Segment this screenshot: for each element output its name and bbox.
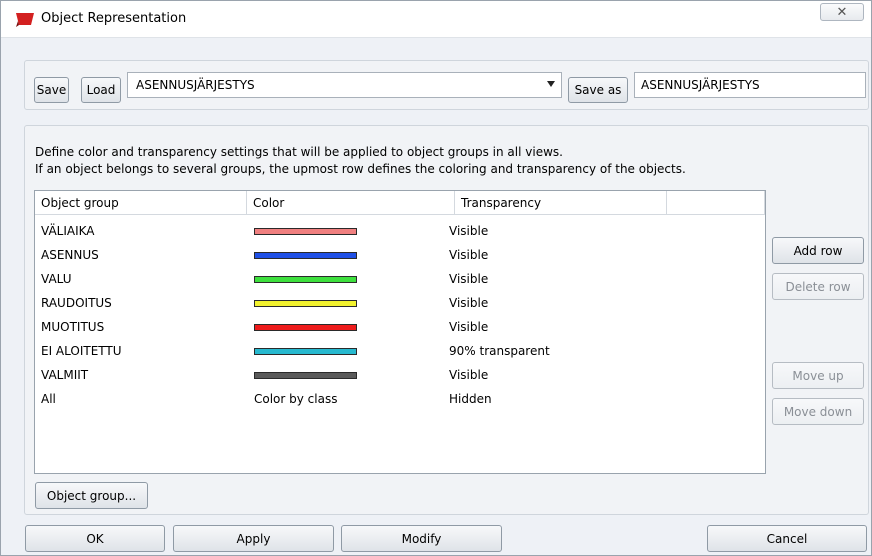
load-button-label: Load [86, 83, 116, 97]
ok-button[interactable]: OK [25, 525, 165, 552]
color-swatch[interactable] [254, 324, 357, 331]
add-row-label: Add row [793, 243, 843, 258]
transparency-value: Visible [449, 224, 489, 238]
table-row[interactable]: All Color by class Hidden [35, 388, 765, 412]
table-row[interactable]: EI ALOITETTU 90% transparent [35, 340, 765, 364]
transparency-value: Visible [449, 368, 489, 382]
group-name: VALU [41, 272, 72, 286]
color-swatch[interactable] [254, 252, 357, 259]
group-name: EI ALOITETTU [41, 344, 122, 358]
modify-button[interactable]: Modify [341, 525, 502, 552]
move-down-label: Move down [783, 404, 853, 419]
group-name: VALMIIT [41, 368, 89, 382]
save-as-button[interactable]: Save as [568, 77, 628, 103]
apply-button[interactable]: Apply [173, 525, 334, 552]
save-as-name-field[interactable]: ASENNUSJÄRJESTYS [634, 72, 866, 98]
cancel-label: Cancel [766, 531, 808, 546]
chevron-down-icon[interactable] [547, 81, 555, 87]
description-line-1: Define color and transparency settings t… [35, 145, 563, 159]
group-name: All [41, 392, 56, 406]
group-name: ASENNUS [41, 248, 99, 262]
save-button[interactable]: Save [34, 77, 69, 103]
delete-row-button[interactable]: Delete row [772, 273, 864, 300]
color-swatch[interactable] [254, 372, 357, 379]
transparency-value: Visible [449, 272, 489, 286]
table-row[interactable]: VALU Visible [35, 268, 765, 292]
object-group-button[interactable]: Object group... [35, 482, 148, 509]
save-as-button-label: Save as [574, 83, 622, 97]
delete-row-label: Delete row [785, 279, 851, 294]
group-name: RAUDOITUS [41, 296, 112, 310]
object-representation-dialog: Object Representation ✕ Save Load ASENNU… [0, 0, 872, 556]
column-header-color[interactable]: Color [247, 191, 455, 215]
table-row[interactable]: VALMIIT Visible [35, 364, 765, 388]
cancel-button[interactable]: Cancel [707, 525, 867, 552]
move-down-button[interactable]: Move down [772, 398, 864, 425]
move-up-label: Move up [792, 368, 844, 383]
color-swatch[interactable] [254, 300, 357, 307]
save-button-label: Save [36, 83, 67, 97]
apply-label: Apply [236, 531, 271, 546]
transparency-value: Hidden [449, 392, 492, 406]
table-row[interactable]: VÄLIAIKA Visible [35, 220, 765, 244]
settings-dropdown-value: ASENNUSJÄRJESTYS [136, 78, 255, 92]
load-button[interactable]: Load [81, 77, 121, 103]
transparency-value: 90% transparent [449, 344, 550, 358]
table-row[interactable]: MUOTITUS Visible [35, 316, 765, 340]
object-group-label: Object group... [46, 488, 137, 503]
group-name: VÄLIAIKA [41, 224, 95, 238]
move-up-button[interactable]: Move up [772, 362, 864, 389]
close-icon: ✕ [836, 4, 848, 20]
close-button[interactable]: ✕ [820, 3, 864, 21]
title-bar: Object Representation ✕ [1, 1, 871, 38]
column-header-transparency[interactable]: Transparency [455, 191, 667, 215]
description-line-2: If an object belongs to several groups, … [35, 162, 686, 176]
column-header-object-group[interactable]: Object group [35, 191, 247, 215]
transparency-value: Visible [449, 296, 489, 310]
transparency-value: Visible [449, 248, 489, 262]
color-swatch[interactable] [254, 228, 357, 235]
color-swatch[interactable] [254, 348, 357, 355]
table-row[interactable]: ASENNUS Visible [35, 244, 765, 268]
ok-label: OK [86, 531, 104, 546]
table-row[interactable]: RAUDOITUS Visible [35, 292, 765, 316]
tekla-icon [16, 13, 34, 27]
transparency-value: Visible [449, 320, 489, 334]
group-name: MUOTITUS [41, 320, 105, 334]
window-title: Object Representation [41, 11, 187, 26]
color-swatch[interactable] [254, 276, 357, 283]
column-header-empty [667, 191, 765, 215]
save-as-name-value: ASENNUSJÄRJESTYS [641, 78, 760, 92]
color-text[interactable]: Color by class [254, 392, 337, 406]
modify-label: Modify [401, 531, 442, 546]
object-group-table[interactable]: Object group Color Transparency VÄLIAIKA… [34, 190, 766, 474]
add-row-button[interactable]: Add row [772, 237, 864, 264]
settings-dropdown[interactable]: ASENNUSJÄRJESTYS [127, 72, 562, 98]
